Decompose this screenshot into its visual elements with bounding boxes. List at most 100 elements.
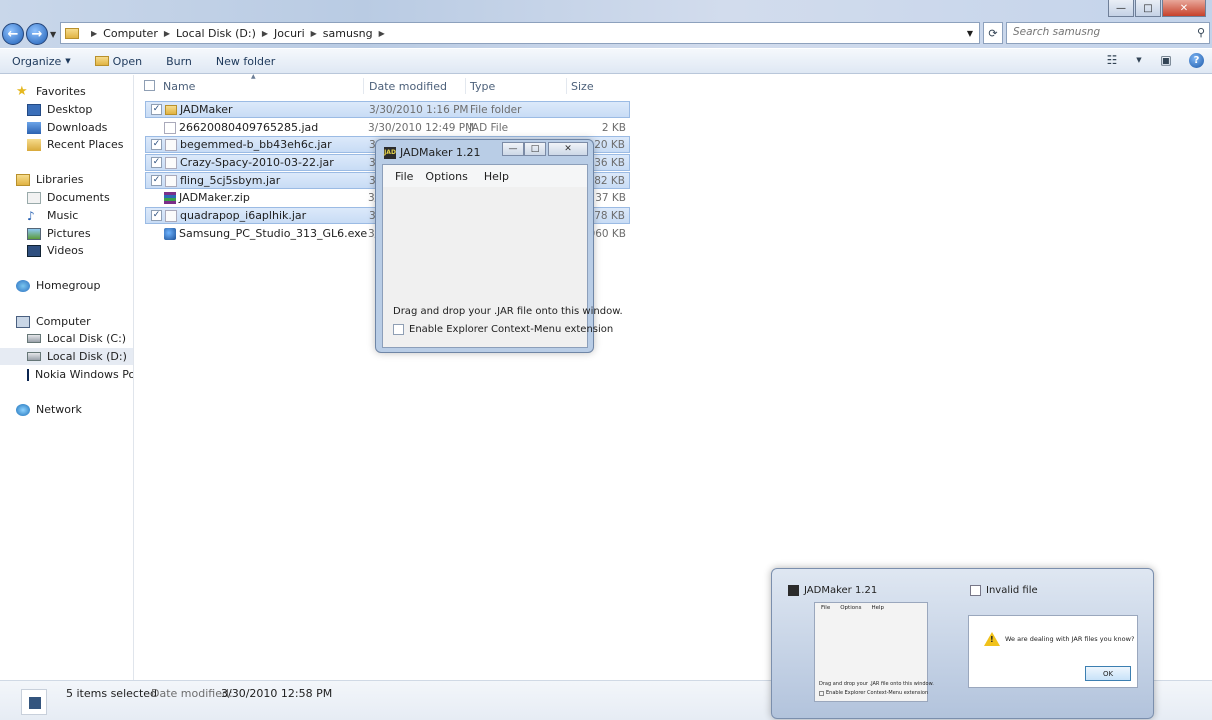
row-checkbox[interactable]: ✓	[151, 139, 162, 150]
column-header-name[interactable]: Name	[163, 80, 195, 93]
nav-label: Local Disk (D:)	[47, 350, 127, 363]
column-divider[interactable]	[363, 78, 364, 94]
file-name: JADMaker	[180, 103, 233, 116]
nav-label: Favorites	[36, 85, 86, 98]
context-menu-checkbox[interactable]	[393, 324, 404, 335]
menu-help[interactable]: Help	[475, 170, 516, 183]
maximize-button[interactable]: □	[1135, 0, 1161, 17]
nav-network[interactable]: Network	[16, 401, 82, 418]
window-icon	[970, 585, 981, 596]
minimize-button[interactable]: —	[1108, 0, 1134, 17]
jadmaker-titlebar: JAD JADMaker 1.21	[384, 146, 481, 159]
libraries-icon	[16, 173, 30, 186]
nav-libraries[interactable]: Libraries	[16, 171, 84, 188]
breadcrumb-separator-icon[interactable]: ▶	[379, 29, 385, 38]
thumbnail-invalid-file-dialog[interactable]: We are dealing with JAR files you know? …	[968, 615, 1138, 688]
nav-label: Music	[47, 209, 79, 222]
nav-label: Network	[36, 403, 82, 416]
jadmaker-close-button[interactable]: ✕	[548, 142, 588, 156]
hard-disk-icon	[27, 352, 41, 361]
nav-local-disk-d[interactable]: Local Disk (D:)	[0, 348, 133, 365]
breadcrumb-local-disk-d[interactable]: Local Disk (D:)	[176, 27, 256, 40]
change-view-icon[interactable]: ☷	[1103, 52, 1121, 68]
table-row[interactable]: ✓ JADMaker 3/30/2010 1:16 PM File folder	[145, 101, 630, 118]
nav-recent-places[interactable]: Recent Places	[27, 136, 124, 153]
preview-pane-icon[interactable]: ▣	[1157, 52, 1175, 68]
row-checkbox[interactable]: ✓	[151, 157, 162, 168]
nav-label: Desktop	[47, 103, 93, 116]
jadmaker-window: JAD JADMaker 1.21 — □ ✕ File Options Hel…	[375, 139, 623, 353]
breadcrumb-separator-icon[interactable]: ▶	[262, 29, 268, 38]
column-header-size[interactable]: Size	[571, 80, 594, 93]
breadcrumb-separator-icon[interactable]: ▶	[164, 29, 170, 38]
search-icon[interactable]: ⚲	[1197, 26, 1205, 39]
close-button[interactable]: ✕	[1162, 0, 1206, 17]
context-menu-checkbox-label: Enable Explorer Context-Menu extension	[409, 324, 614, 335]
search-box[interactable]: ⚲	[1006, 22, 1210, 44]
open-folder-icon	[94, 56, 109, 66]
table-row[interactable]: 26620080409765285.jad 3/30/2010 12:49 PM…	[145, 119, 630, 136]
column-header-type[interactable]: Type	[470, 80, 495, 93]
window-caption-buttons: — □ ✕	[1108, 0, 1206, 17]
address-history-dropdown-icon[interactable]: ▼	[967, 29, 973, 38]
network-icon	[16, 403, 30, 416]
star-icon: ★	[16, 83, 28, 99]
nav-favorites[interactable]: ★ Favorites	[16, 83, 86, 100]
breadcrumb-samusng[interactable]: samusng	[323, 27, 373, 40]
jadmaker-logo-icon: JAD	[384, 146, 396, 159]
nav-videos[interactable]: Videos	[27, 242, 84, 259]
thumbnail-drop-text: Drag and drop your .JAR file onto this w…	[819, 681, 934, 687]
select-all-checkbox[interactable]	[144, 80, 155, 91]
open-button[interactable]: Open	[83, 55, 154, 68]
thumbnail-invalid-file-title[interactable]: Invalid file	[970, 585, 1038, 596]
context-menu-checkbox-row[interactable]: Enable Explorer Context-Menu extension	[393, 324, 613, 335]
nav-downloads[interactable]: Downloads	[27, 119, 107, 136]
chevron-down-icon[interactable]: ▼	[1135, 52, 1143, 68]
thumbnail-menu-item: Help	[871, 605, 884, 611]
nav-local-disk-c[interactable]: Local Disk (C:)	[27, 330, 126, 347]
refresh-button[interactable]: ⟳	[983, 22, 1003, 44]
breadcrumb-computer[interactable]: Computer	[103, 27, 158, 40]
nav-music[interactable]: ♪ Music	[27, 207, 78, 224]
search-input[interactable]	[1007, 23, 1187, 41]
view-controls: ☷ ▼ ▣ ?	[1103, 52, 1204, 68]
back-button[interactable]: ←	[2, 23, 24, 45]
nav-desktop[interactable]: Desktop	[27, 101, 92, 118]
folder-icon	[65, 27, 79, 39]
recent-pages-dropdown[interactable]: ▼	[50, 30, 56, 39]
breadcrumb-jocuri[interactable]: Jocuri	[274, 27, 305, 40]
breadcrumb-separator-icon[interactable]: ▶	[91, 29, 97, 38]
row-checkbox[interactable]: ✓	[151, 175, 162, 186]
nav-pictures[interactable]: Pictures	[27, 225, 91, 242]
nav-nokia-windows-port[interactable]: Nokia Windows Port	[27, 366, 133, 383]
burn-button[interactable]: Burn	[154, 55, 204, 68]
jar-file-icon	[165, 156, 177, 169]
row-checkbox[interactable]: ✓	[151, 104, 162, 115]
organize-button[interactable]: Organize ▼	[0, 55, 83, 68]
new-folder-button[interactable]: New folder	[204, 55, 287, 68]
nav-documents[interactable]: Documents	[27, 189, 110, 206]
jadmaker-client-area[interactable]: File Options Help Drag and drop your .JA…	[382, 164, 623, 348]
breadcrumb-separator-icon[interactable]: ▶	[311, 29, 317, 38]
menu-file[interactable]: File	[383, 170, 420, 183]
thumbnail-jadmaker-title[interactable]: JADMaker 1.21	[788, 585, 877, 596]
nav-homegroup[interactable]: Homegroup	[16, 277, 100, 294]
jadmaker-menubar: File Options Help	[383, 165, 587, 187]
open-label: Open	[112, 54, 143, 68]
nav-computer[interactable]: Computer	[16, 313, 91, 330]
column-divider[interactable]	[465, 78, 466, 94]
help-icon[interactable]: ?	[1189, 52, 1204, 68]
file-size: 37 KB	[595, 191, 626, 204]
hard-disk-icon	[27, 334, 41, 343]
forward-button[interactable]: →	[26, 23, 48, 45]
row-checkbox[interactable]: ✓	[151, 210, 162, 221]
jadmaker-maximize-button[interactable]: □	[524, 142, 546, 156]
jadmaker-minimize-button[interactable]: —	[502, 142, 524, 156]
column-header-date-modified[interactable]: Date modified	[369, 80, 447, 93]
menu-options[interactable]: Options	[420, 170, 474, 183]
file-date: 3/30/2010 1:16 PM	[369, 103, 469, 116]
ok-button[interactable]: OK	[1085, 666, 1131, 681]
thumbnail-jadmaker[interactable]: File Options Help Drag and drop your .JA…	[814, 602, 934, 702]
column-divider[interactable]	[566, 78, 567, 94]
address-bar[interactable]: ▶ Computer ▶ Local Disk (D:) ▶ Jocuri ▶ …	[60, 22, 980, 44]
